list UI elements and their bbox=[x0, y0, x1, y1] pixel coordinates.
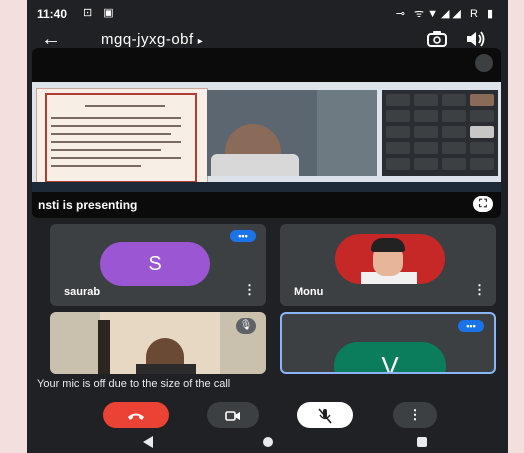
android-nav-bar bbox=[27, 432, 508, 453]
more-vertical-icon[interactable]: ⋮ bbox=[473, 282, 486, 298]
avatar: S bbox=[100, 242, 210, 286]
presenter-label: nsti is presenting bbox=[38, 198, 138, 212]
shared-document bbox=[36, 88, 208, 184]
meeting-code: mgq-jyxg-obf bbox=[101, 31, 194, 48]
status-time: 11:40 bbox=[37, 7, 68, 21]
audio-indicator-icon: ••• bbox=[230, 230, 256, 242]
audio-indicator-icon: ••• bbox=[458, 320, 484, 332]
shared-screen bbox=[32, 82, 501, 192]
call-controls: ⋮ bbox=[27, 400, 508, 430]
participant-name: Monu bbox=[294, 286, 324, 298]
more-vertical-icon: ⋮ bbox=[408, 407, 422, 422]
mic-button[interactable] bbox=[297, 402, 353, 428]
end-call-button[interactable] bbox=[103, 402, 169, 428]
camera-switch-icon[interactable] bbox=[426, 30, 448, 48]
avatar bbox=[335, 234, 445, 284]
presentation-tile[interactable]: nsti is presenting ⛶ bbox=[32, 48, 501, 218]
participant-grid-thumbnails bbox=[382, 90, 498, 176]
participant-tile-saurab[interactable]: ••• S saurab ⋮ bbox=[50, 224, 266, 306]
status-notification-icons: ⊡ ▣ bbox=[83, 7, 118, 19]
speaker-icon[interactable] bbox=[464, 30, 486, 48]
phone-screen: 11:40 ⊡ ▣ ⊸ ᯤ▼◢◢ R ▮ ← mgq-jyxg-obf ▸ ns… bbox=[27, 0, 508, 453]
more-options-button[interactable]: ⋮ bbox=[393, 402, 437, 428]
shared-taskbar bbox=[32, 182, 501, 192]
camera-button[interactable] bbox=[207, 402, 259, 428]
mic-off-icon: 🎙 bbox=[236, 318, 256, 334]
mic-off-notice: Your mic is off due to the size of the c… bbox=[37, 378, 231, 390]
mic-off-icon bbox=[475, 54, 493, 72]
participant-tile-v[interactable]: ••• V bbox=[280, 312, 496, 374]
nav-recents-icon[interactable] bbox=[417, 437, 427, 447]
video-camera-icon bbox=[225, 410, 240, 421]
presenter-video bbox=[207, 90, 377, 176]
fullscreen-icon[interactable]: ⛶ bbox=[473, 196, 493, 212]
caret-right-icon: ▸ bbox=[197, 36, 204, 47]
more-vertical-icon[interactable]: ⋮ bbox=[243, 282, 256, 298]
avatar: V bbox=[334, 342, 446, 372]
nav-back-icon[interactable] bbox=[143, 436, 153, 448]
participant-tile-video[interactable]: 🎙 bbox=[50, 312, 266, 374]
phone-hangup-icon bbox=[128, 413, 144, 420]
participant-tile-monu[interactable]: Monu ⋮ bbox=[280, 224, 496, 306]
status-system-icons: ⊸ ᯤ▼◢◢ R ▮ bbox=[395, 8, 496, 20]
mic-off-icon bbox=[318, 408, 332, 424]
participant-name: saurab bbox=[64, 286, 101, 298]
status-bar: 11:40 ⊡ ▣ ⊸ ᯤ▼◢◢ R ▮ bbox=[27, 0, 508, 26]
meeting-code-button[interactable]: mgq-jyxg-obf ▸ bbox=[101, 31, 203, 48]
nav-home-icon[interactable] bbox=[263, 437, 273, 447]
